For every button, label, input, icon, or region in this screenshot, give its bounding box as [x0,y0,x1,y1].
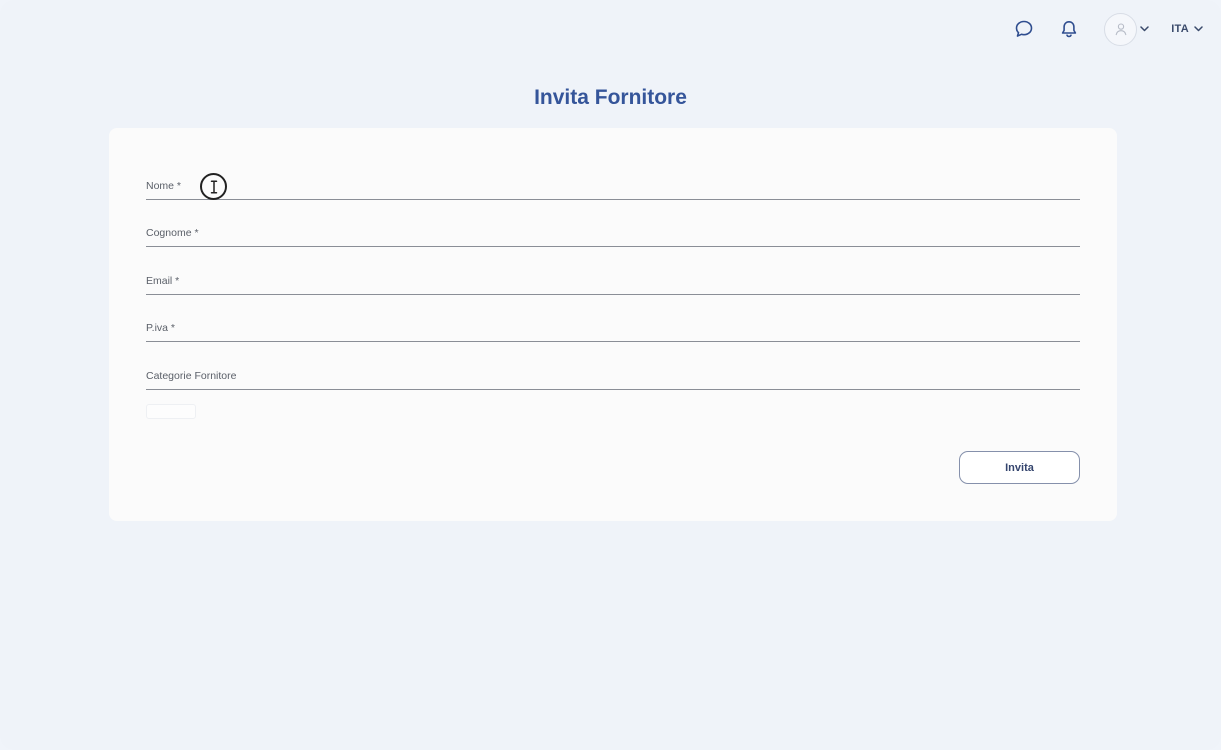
piva-field[interactable]: P.iva * [146,312,1080,342]
user-menu[interactable] [1104,12,1149,46]
category-chip-placeholder [146,404,196,419]
nome-input[interactable] [146,173,1080,197]
chat-bubble-icon [1015,20,1033,37]
user-icon [1115,23,1127,36]
page-title: Invita Fornitore [534,86,687,109]
language-label: ITA [1171,23,1189,35]
nome-field[interactable]: Nome * [146,170,1080,200]
text-cursor-icon [210,179,217,194]
email-input[interactable] [146,268,1080,292]
avatar [1104,12,1138,46]
app-window: ITA Invita Fornitore Nome * Cognome * Em… [0,0,1221,750]
chevron-down-icon [1194,26,1203,32]
chevron-down-icon [1140,26,1149,32]
top-bar: ITA [1011,10,1203,48]
chat-button[interactable] [1011,16,1037,42]
bell-icon [1061,21,1077,38]
cognome-field[interactable]: Cognome * [146,217,1080,247]
invite-supplier-form: Nome * Cognome * Email * P.iva * Categor… [109,128,1117,521]
categorie-fornitore-field[interactable]: Categorie Fornitore [146,360,1080,390]
text-cursor-indicator [200,173,227,200]
notifications-button[interactable] [1056,16,1082,42]
cognome-input[interactable] [146,220,1080,244]
piva-input[interactable] [146,315,1080,339]
language-selector[interactable]: ITA [1171,23,1203,35]
email-field[interactable]: Email * [146,265,1080,295]
invite-button[interactable]: Invita [959,451,1080,484]
categorie-fornitore-input[interactable] [146,363,1080,387]
